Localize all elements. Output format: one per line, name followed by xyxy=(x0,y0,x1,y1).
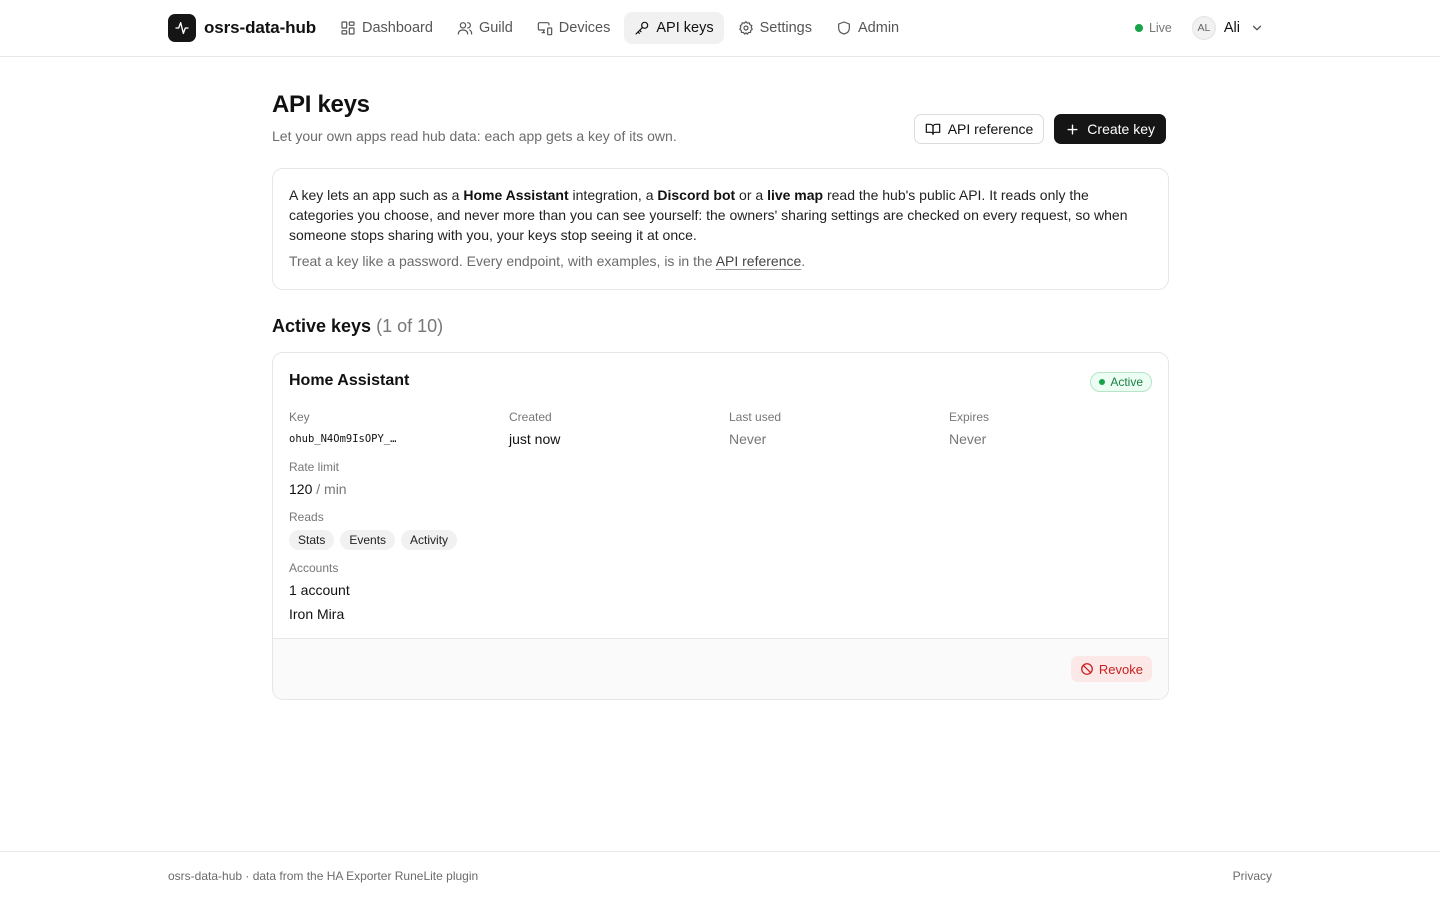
last-used-field: Last used Never xyxy=(729,410,782,447)
active-keys-heading: Active keys (1 of 10) xyxy=(272,316,444,336)
accounts-field: Accounts 1 account Iron Mira xyxy=(289,561,350,622)
key-field: Key ohub_N4Om9IsOPY_… xyxy=(289,410,397,445)
expires-field: Expires Never xyxy=(949,410,990,447)
page-footer: osrs-data-hub · data from the HA Exporte… xyxy=(0,851,1440,900)
nav-label: Settings xyxy=(759,20,812,36)
api-reference-link[interactable]: API reference xyxy=(716,253,802,269)
privacy-link[interactable]: Privacy xyxy=(1233,869,1272,883)
created-value: just now xyxy=(509,431,561,447)
key-icon xyxy=(634,20,650,36)
dashboard-grid-icon xyxy=(340,20,356,36)
read-tag-events: Events xyxy=(340,530,396,550)
last-used-value: Never xyxy=(729,431,767,447)
active-keys-count: (1 of 10) xyxy=(376,316,444,336)
live-dot-icon xyxy=(1134,24,1143,32)
shield-icon xyxy=(836,20,852,36)
info-description: A key lets an app such as a Home Assista… xyxy=(289,187,1128,243)
expires-value: Never xyxy=(949,431,987,447)
read-tag-activity: Activity xyxy=(401,530,458,550)
top-navigation-bar: osrs-data-hub Dashboard Guild Devices AP… xyxy=(0,0,1440,57)
live-status: Live xyxy=(1134,21,1172,35)
activity-pulse-icon xyxy=(168,14,196,42)
reads-tags: Stats Events Activity xyxy=(289,530,458,550)
status-badge: Active xyxy=(1090,372,1152,392)
key-value[interactable]: ohub_N4Om9IsOPY_… xyxy=(289,433,396,445)
footer-credit: osrs-data-hub · data from the HA Exporte… xyxy=(168,869,479,883)
api-reference-label: API reference xyxy=(947,121,1034,137)
live-label: Live xyxy=(1148,21,1172,35)
nav-label: API keys xyxy=(656,20,714,36)
info-card: A key lets an app such as a Home Assista… xyxy=(272,168,1169,290)
info-note: Treat a key like a password. Every endpo… xyxy=(289,253,806,269)
reads-field: Reads Stats Events Activity xyxy=(289,510,458,550)
avatar[interactable]: AL xyxy=(1191,16,1216,40)
key-name: Home Assistant xyxy=(289,372,410,389)
rate-limit-field: Rate limit 120 / min xyxy=(289,460,347,497)
nav-item-api-keys[interactable]: API keys xyxy=(624,12,724,44)
nav-label: Devices xyxy=(558,20,611,36)
nav-label: Guild xyxy=(478,20,513,36)
nav-label: Dashboard xyxy=(362,20,433,36)
brand-name: osrs-data-hub xyxy=(204,18,317,37)
plus-icon xyxy=(1065,122,1080,137)
main-content: API keys Let your own apps read hub data… xyxy=(272,90,1169,700)
nav-item-devices[interactable]: Devices xyxy=(527,12,621,44)
devices-icon xyxy=(537,20,553,36)
status-dot-icon xyxy=(1099,379,1106,385)
read-tag-stats: Stats xyxy=(289,530,335,550)
book-icon xyxy=(925,121,941,137)
created-field: Created just now xyxy=(509,410,561,447)
create-key-button[interactable]: Create key xyxy=(1054,114,1166,144)
main-nav: Dashboard Guild Devices API keys Setting… xyxy=(330,12,909,44)
nav-item-dashboard[interactable]: Dashboard xyxy=(330,12,443,44)
accounts-count: 1 account xyxy=(289,582,350,598)
chevron-down-icon[interactable] xyxy=(1250,21,1264,35)
page-actions: API reference Create key xyxy=(913,114,1166,144)
api-reference-button[interactable]: API reference xyxy=(913,114,1045,144)
key-card-footer: Revoke xyxy=(273,638,1168,699)
users-icon xyxy=(457,20,473,36)
api-key-card: Home Assistant Active Key ohub_N4Om9IsOP… xyxy=(272,352,1169,700)
user-name[interactable]: Ali xyxy=(1224,20,1240,36)
ban-icon xyxy=(1080,662,1094,676)
create-key-label: Create key xyxy=(1087,121,1155,137)
account-name: Iron Mira xyxy=(289,606,345,622)
nav-label: Admin xyxy=(858,20,900,36)
nav-item-guild[interactable]: Guild xyxy=(447,12,523,44)
nav-item-settings[interactable]: Settings xyxy=(728,12,822,44)
nav-item-admin[interactable]: Admin xyxy=(826,12,909,44)
revoke-button[interactable]: Revoke xyxy=(1070,656,1152,682)
rate-limit-value: 120 / min xyxy=(289,481,347,497)
gear-icon xyxy=(738,20,754,36)
brand-home-link[interactable]: osrs-data-hub xyxy=(168,14,316,42)
user-area: Live AL Ali xyxy=(1134,16,1264,40)
